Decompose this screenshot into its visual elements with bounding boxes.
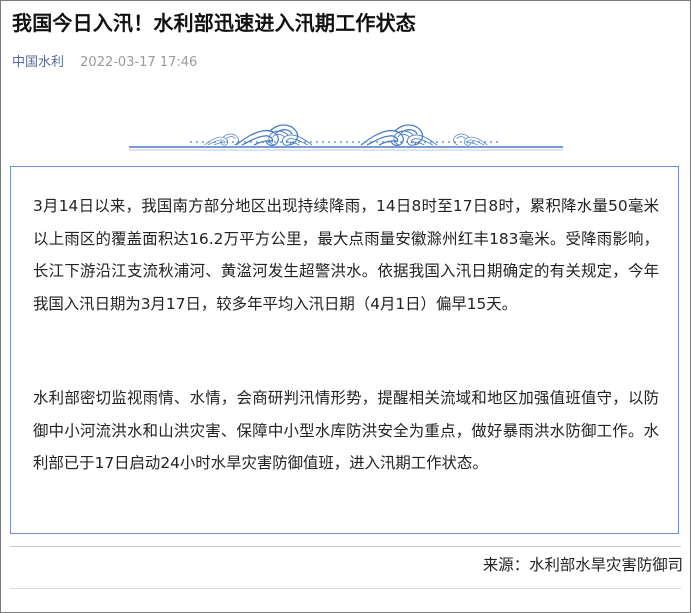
footer-bottom-divider [10, 588, 681, 589]
article-frame: 我国今日入汛！水利部迅速进入汛期工作状态 中国水利 2022-03-17 17:… [0, 0, 691, 613]
wave-pattern-icon [129, 124, 563, 151]
paragraph-1: 3月14日以来，我国南方部分地区出现持续降雨，14日8时至17日8时，累积降水量… [33, 197, 659, 313]
account-name-link[interactable]: 中国水利 [12, 55, 64, 70]
content-box: 3月14日以来，我国南方部分地区出现持续降雨，14日8时至17日8时，累积降水量… [10, 166, 679, 534]
article-title: 我国今日入汛！水利部迅速进入汛期工作状态 [12, 11, 416, 35]
footer-source: 来源：水利部水旱灾害防御司 [482, 556, 683, 574]
paragraph-2: 水利部密切监视雨情、水情，会商研判汛情形势，提醒相关流域和地区加强值班值守，以防… [33, 389, 659, 472]
footer-divider [10, 546, 681, 547]
publish-date: 2022-03-17 17:46 [80, 55, 198, 70]
article-meta: 中国水利 2022-03-17 17:46 [12, 51, 197, 70]
